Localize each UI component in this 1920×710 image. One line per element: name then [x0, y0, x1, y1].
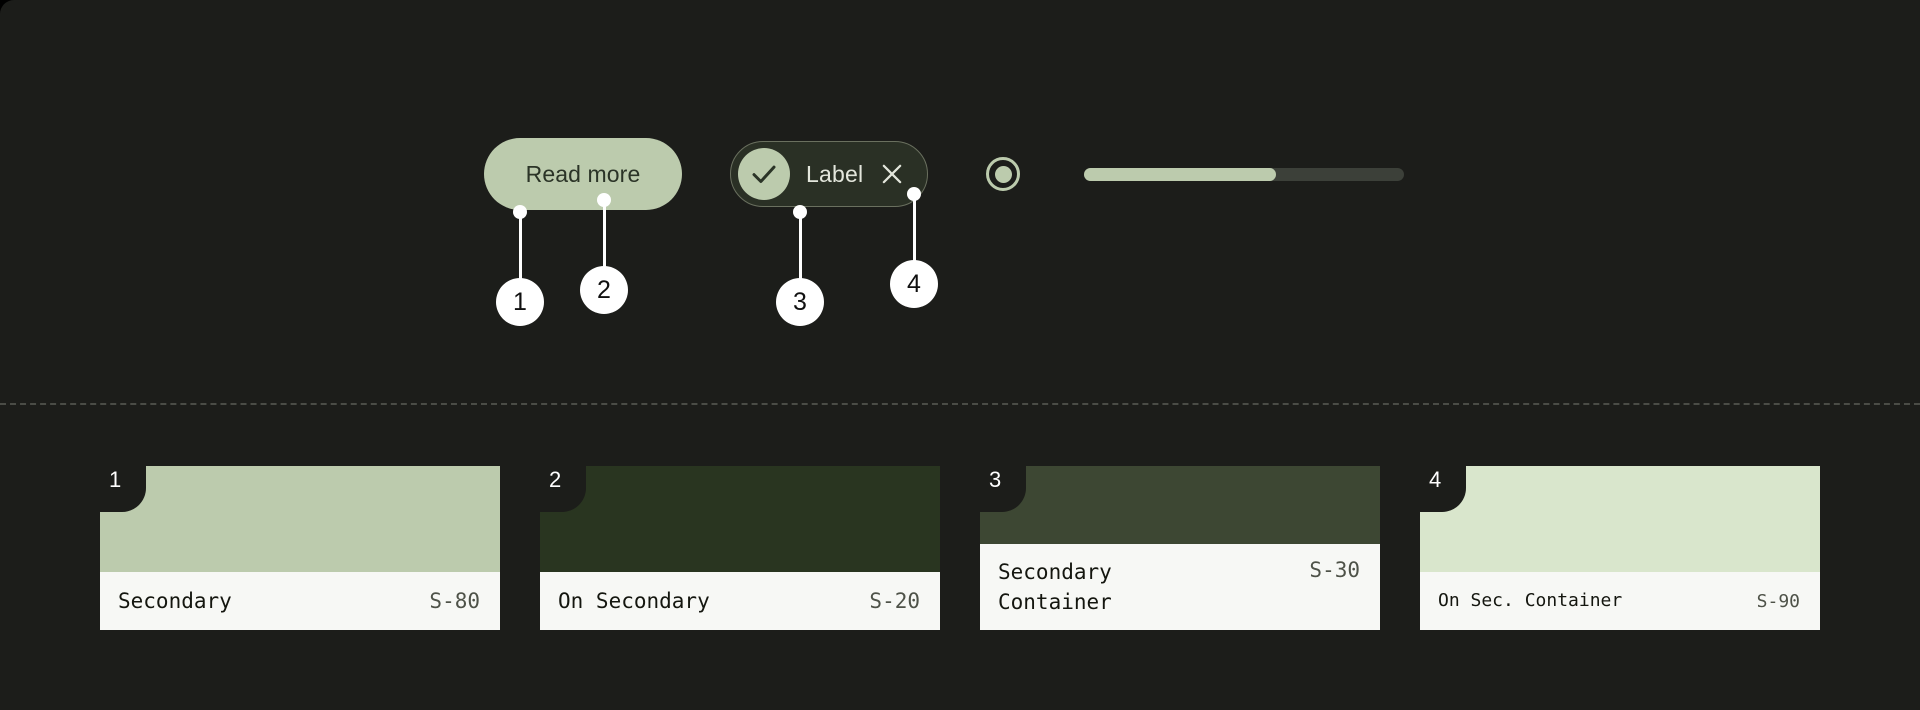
swatch-name: Secondary: [118, 588, 232, 613]
slider-active-track: [1084, 167, 1277, 181]
swatch-info: Secondary S-80: [100, 572, 500, 630]
swatch-name: On Sec. Container: [1438, 589, 1623, 611]
chip-label: Label: [806, 160, 864, 187]
component-row: Read more Label: [484, 138, 1405, 210]
swatch-name: On Secondary: [558, 588, 710, 613]
color-swatch-list: 1 Secondary S-80 2 On Secondary S-20 3 S…: [100, 466, 1820, 630]
callout-leader-line: [912, 194, 916, 266]
callout-badge: 4: [890, 260, 938, 308]
swatch-color-block: [1420, 466, 1820, 572]
color-swatch-card[interactable]: 1 Secondary S-80: [100, 466, 500, 630]
swatch-token: S-20: [869, 589, 920, 613]
callout-leader-line: [798, 212, 802, 284]
color-swatch-card[interactable]: 3 Secondary Container S-30: [980, 466, 1380, 630]
swatch-info: Secondary Container S-30: [980, 544, 1380, 630]
screen-root: Read more Label 1 2 3 4 1 Secondary S-80…: [0, 0, 1920, 710]
swatch-info: On Secondary S-20: [540, 572, 940, 630]
color-swatch-card[interactable]: 2 On Secondary S-20: [540, 466, 940, 630]
swatch-color-block: [980, 466, 1380, 544]
swatch-info: On Sec. Container S-90: [1420, 572, 1820, 630]
read-more-button[interactable]: Read more: [484, 138, 682, 210]
swatch-token: S-30: [1309, 558, 1360, 582]
callout-badge: 2: [580, 266, 628, 314]
callout-badge: 1: [496, 278, 544, 326]
swatch-name: Secondary Container: [998, 559, 1112, 614]
swatch-color-block: [100, 466, 500, 572]
radio-dot: [994, 165, 1012, 183]
check-icon: [738, 148, 790, 200]
swatch-token: S-80: [429, 589, 480, 613]
radio-selected-icon[interactable]: [986, 157, 1021, 191]
component-showcase: Read more Label 1 2 3 4: [0, 0, 1920, 404]
slider-track[interactable]: [1084, 167, 1405, 181]
color-swatch-card[interactable]: 4 On Sec. Container S-90: [1420, 466, 1820, 630]
close-icon[interactable]: [879, 161, 905, 187]
callout-leader-line: [518, 212, 522, 284]
swatch-color-block: [540, 466, 940, 572]
callout-leader-line: [602, 200, 606, 272]
filter-chip[interactable]: Label: [730, 141, 929, 207]
callout-badge: 3: [776, 278, 824, 326]
section-divider: [0, 403, 1920, 405]
swatch-token: S-90: [1756, 590, 1800, 612]
